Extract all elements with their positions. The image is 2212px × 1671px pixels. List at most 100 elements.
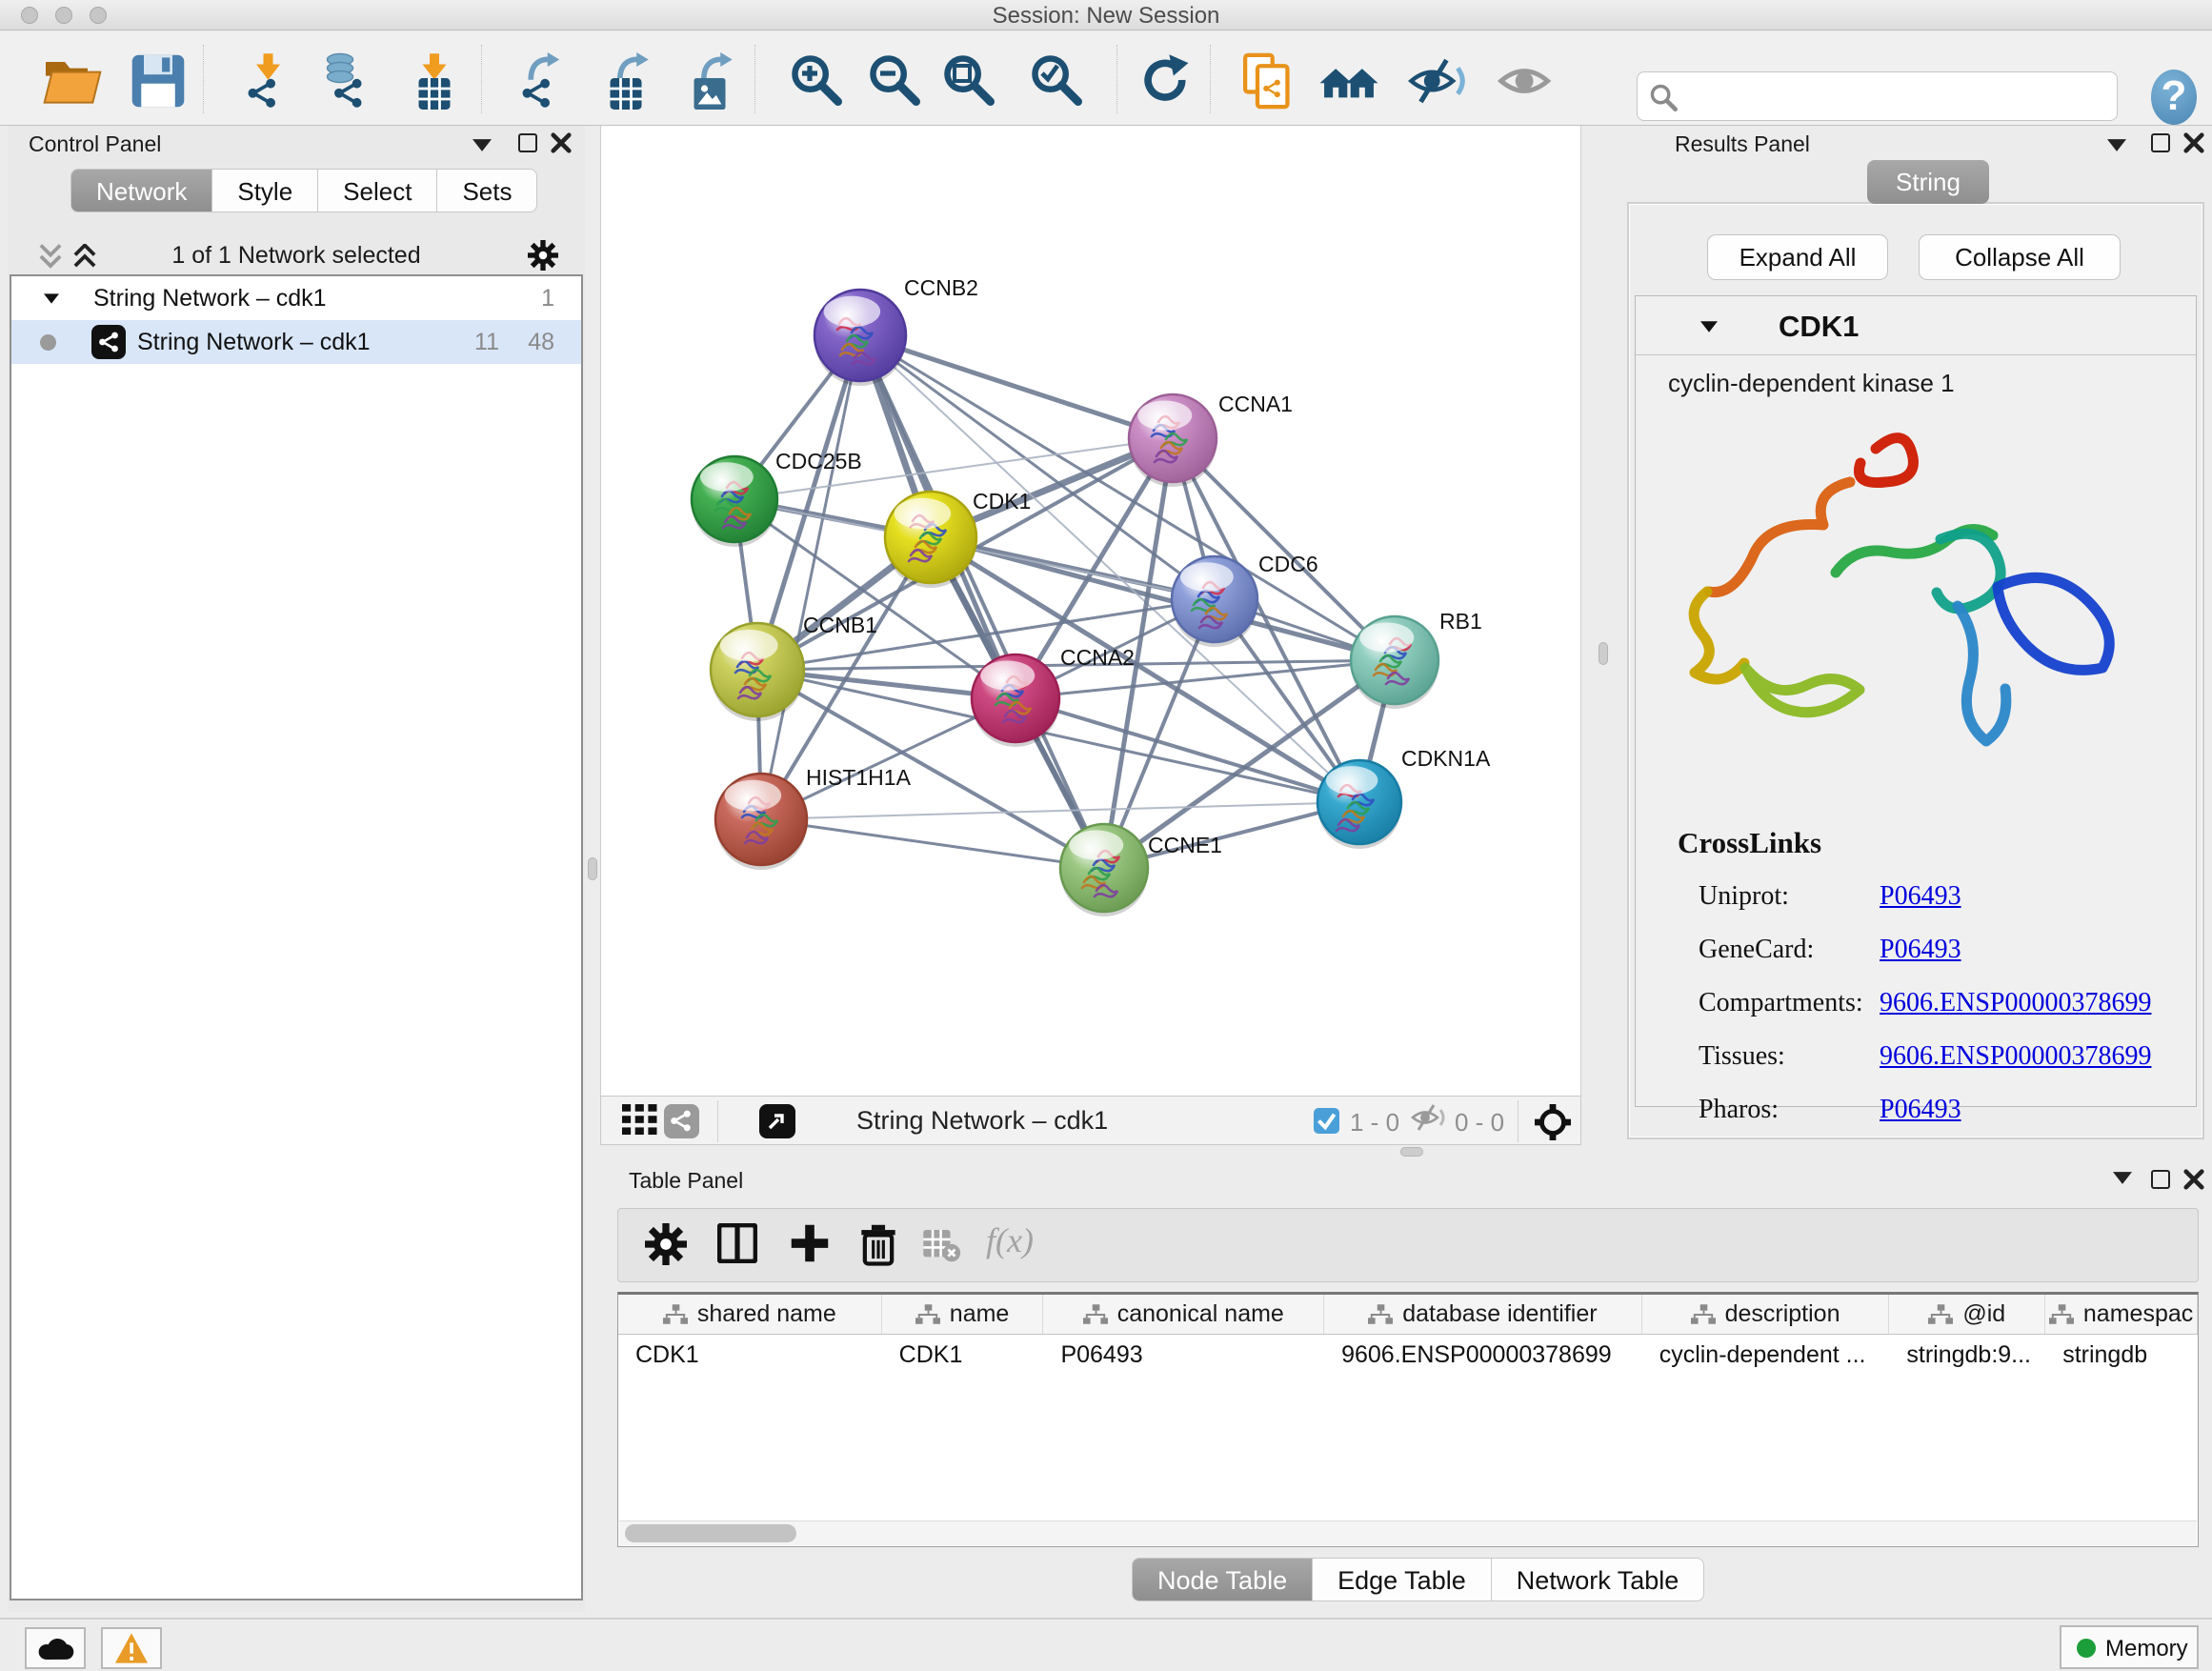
node-label-CCNB2[interactable]: CCNB2 [904, 275, 978, 300]
hierarchy-icon [1368, 1304, 1393, 1325]
warning-button[interactable] [101, 1627, 162, 1669]
show-columns-icon[interactable] [717, 1223, 763, 1269]
network-view-footer: String Network – cdk1 1 - 0 0 - 0 [600, 1096, 1581, 1145]
selected-checkbox-icon[interactable] [1314, 1108, 1339, 1134]
network-canvas[interactable]: CCNB2 CCNA1 CDC25B CDK1 CDC6 RB1 CCNB1 CCNA2 CDK… [600, 126, 1581, 1096]
birdseye-crosshair-icon[interactable] [1535, 1104, 1571, 1138]
export-table-button[interactable] [598, 52, 659, 110]
export-image-button[interactable] [682, 52, 743, 110]
toolbar-separator [1210, 45, 1211, 113]
close-panel-icon[interactable] [2183, 132, 2204, 153]
import-network-database-button[interactable] [312, 52, 373, 110]
function-builder-icon: f(x) [986, 1220, 1032, 1266]
toolbar-separator [1116, 45, 1117, 113]
gene-header-row[interactable]: CDK1 [1636, 296, 2196, 355]
crosslink-link[interactable]: 9606.ENSP00000378699 [1880, 988, 2151, 1018]
grid-view-icon[interactable] [622, 1104, 658, 1138]
import-table-file-button[interactable] [404, 52, 465, 110]
zoom-selected-button[interactable] [1027, 52, 1088, 110]
panel-menu-caret-icon[interactable] [2107, 139, 2128, 152]
memory-label: Memory [2105, 1636, 2188, 1662]
node-label-CDC6[interactable]: CDC6 [1258, 552, 1318, 576]
network-collection-row[interactable]: String Network – cdk1 1 [11, 276, 581, 320]
close-panel-icon[interactable] [551, 132, 572, 153]
add-column-icon[interactable] [790, 1223, 835, 1269]
node-label-CCNB1[interactable]: CCNB1 [803, 613, 877, 637]
tab-network[interactable]: Network [70, 169, 212, 212]
delete-column-trash-icon[interactable] [858, 1223, 904, 1269]
crosslink-label: Uniprot: [1699, 881, 1789, 912]
hide-panels-eye-icon[interactable] [1408, 52, 1469, 110]
right-splitter-handle[interactable] [1599, 642, 1608, 665]
close-panel-icon[interactable] [2183, 1169, 2204, 1190]
export-network-button[interactable] [511, 52, 572, 110]
footer-separator [717, 1100, 718, 1142]
crosslink-link[interactable]: 9606.ENSP00000378699 [1880, 1041, 2151, 1072]
panel-menu-caret-icon[interactable] [473, 139, 493, 152]
node-label-CCNA1[interactable]: CCNA1 [1218, 392, 1293, 416]
tab-sets[interactable]: Sets [437, 169, 537, 212]
homes-button[interactable] [1318, 52, 1379, 110]
table-row[interactable]: CDK1CDK1P064939606.ENSP00000378699cyclin… [618, 1335, 2198, 1375]
memory-status-dot [2077, 1639, 2096, 1658]
tab-style[interactable]: Style [212, 169, 318, 212]
column-header-description[interactable]: description [1642, 1295, 1890, 1334]
float-panel-icon[interactable] [2151, 1170, 2170, 1189]
network-options-gear-icon[interactable] [528, 240, 558, 271]
node-label-HIST1H1A[interactable]: HIST1H1A [806, 765, 912, 790]
window-title: Session: New Session [0, 3, 2212, 30]
node-label-CDKN1A[interactable]: CDKN1A [1401, 746, 1491, 771]
crosslink-link[interactable]: P06493 [1880, 1095, 1961, 1125]
left-splitter-handle[interactable] [588, 857, 597, 880]
scrollbar-thumb[interactable] [625, 1524, 796, 1542]
hidden-eye-slash-icon[interactable] [1411, 1104, 1447, 1138]
import-network-file-button[interactable] [236, 52, 297, 110]
zoom-fit-button[interactable] [939, 52, 1000, 110]
panel-menu-caret-icon[interactable] [2113, 1172, 2134, 1185]
gene-caret-icon[interactable] [1700, 321, 1718, 332]
float-panel-icon[interactable] [2151, 133, 2170, 152]
column-header-canonical-name[interactable]: canonical name [1043, 1295, 1324, 1334]
tab-string[interactable]: String [1867, 160, 1989, 204]
column-header-name[interactable]: name [882, 1295, 1044, 1334]
table-horizontal-scrollbar[interactable] [619, 1520, 2197, 1545]
memory-button[interactable]: Memory [2060, 1625, 2199, 1669]
zoom-out-button[interactable] [865, 52, 926, 110]
cloud-button[interactable] [25, 1627, 86, 1669]
bottom-splitter-handle[interactable] [1400, 1147, 1423, 1157]
column-header-database-identifier[interactable]: database identifier [1324, 1295, 1642, 1334]
column-header-@id[interactable]: @id [1889, 1295, 2045, 1334]
network-row[interactable]: String Network – cdk1 11 48 [11, 320, 581, 364]
open-session-button[interactable] [42, 52, 103, 110]
show-eye-icon[interactable] [1496, 52, 1557, 110]
refresh-view-button[interactable] [1136, 52, 1196, 110]
save-session-button[interactable] [128, 52, 189, 110]
collapse-all-button[interactable]: Collapse All [1919, 234, 2121, 280]
control-panel-header: Control Panel [8, 126, 585, 160]
collection-caret-icon[interactable] [44, 293, 59, 304]
zoom-in-button[interactable] [787, 52, 848, 110]
tab-edge-table[interactable]: Edge Table [1313, 1558, 1492, 1601]
node-label-RB1[interactable]: RB1 [1439, 609, 1482, 634]
open-documents-button[interactable] [1237, 52, 1297, 110]
tab-select[interactable]: Select [318, 169, 437, 212]
node-label-CDC25B[interactable]: CDC25B [775, 449, 862, 473]
tab-node-table[interactable]: Node Table [1132, 1558, 1313, 1601]
open-in-new-icon[interactable] [759, 1104, 795, 1138]
network-list: String Network – cdk1 1 String Network –… [10, 274, 583, 1601]
results-panel: Results Panel String Expand All Collapse… [1625, 126, 2206, 1139]
tab-network-table[interactable]: Network Table [1492, 1558, 1705, 1601]
crosslink-link[interactable]: P06493 [1880, 881, 1961, 912]
network-share-badge-icon[interactable] [664, 1104, 699, 1138]
expand-all-button[interactable]: Expand All [1707, 234, 1888, 280]
column-header-namespac[interactable]: namespac [2045, 1295, 2198, 1334]
node-label-CCNA2[interactable]: CCNA2 [1060, 645, 1135, 670]
help-button[interactable]: ? [2151, 70, 2197, 125]
table-settings-gear-icon[interactable] [645, 1223, 691, 1269]
node-label-CCNE1[interactable]: CCNE1 [1148, 833, 1222, 857]
crosslink-link[interactable]: P06493 [1880, 935, 1961, 965]
node-label-CDK1[interactable]: CDK1 [973, 489, 1031, 513]
float-panel-icon[interactable] [518, 133, 537, 152]
search-input[interactable] [1685, 76, 2104, 116]
column-header-shared-name[interactable]: shared name [618, 1295, 882, 1334]
